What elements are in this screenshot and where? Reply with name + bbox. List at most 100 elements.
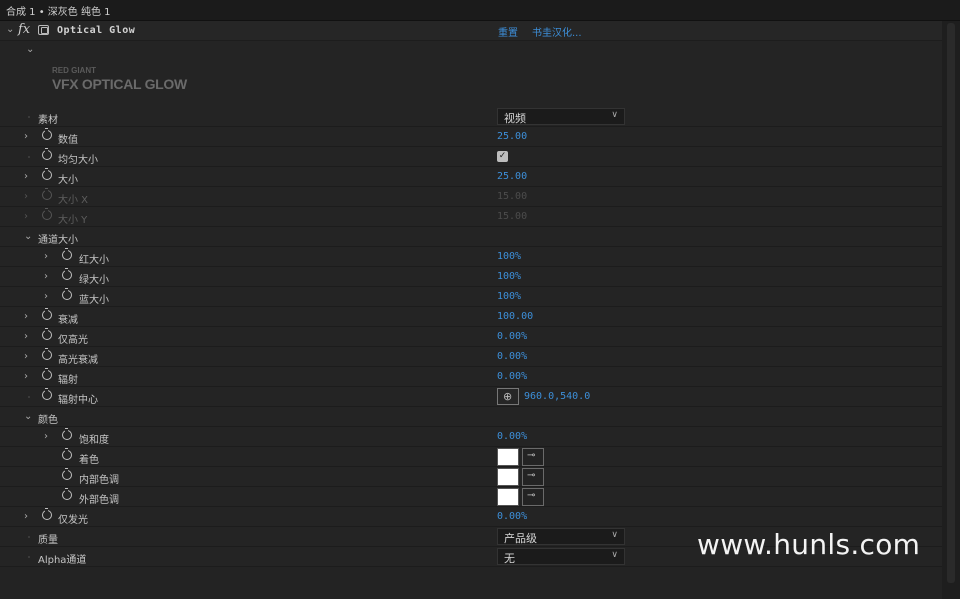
- effect-logo-area: ⌄ RED GIANT VFX OPTICAL GLOW: [0, 41, 942, 108]
- chevron-right-icon[interactable]: ›: [44, 271, 48, 282]
- size-value[interactable]: 25.00: [497, 171, 527, 182]
- stopwatch-icon[interactable]: [62, 448, 72, 460]
- chevron-down-icon[interactable]: ⌄: [24, 411, 32, 422]
- stopwatch-icon[interactable]: [42, 128, 52, 140]
- chevron-right-icon[interactable]: ›: [24, 311, 28, 322]
- chevron-right-icon[interactable]: ›: [24, 511, 28, 522]
- param-label: 红大小: [79, 255, 109, 266]
- quality-dropdown[interactable]: 产品级 ∨: [497, 528, 625, 545]
- param-label: 质量: [38, 535, 58, 546]
- outer-tint-color-swatch[interactable]: [497, 488, 519, 506]
- param-row-tint: 着色 ⊸: [0, 447, 942, 467]
- stopwatch-icon[interactable]: [42, 308, 52, 320]
- param-label: 均匀大小: [58, 155, 98, 166]
- chevron-down-icon: ∨: [611, 550, 618, 560]
- chevron-right-icon[interactable]: ›: [24, 371, 28, 382]
- about-link[interactable]: 书圭汉化...: [532, 24, 582, 39]
- fx-toggle-icon[interactable]: fx: [18, 22, 30, 37]
- alpha-channel-dropdown[interactable]: 无 ∨: [497, 548, 625, 565]
- param-group-channel-size[interactable]: ⌄ 通道大小: [0, 227, 942, 247]
- eyedropper-button[interactable]: ⊸: [522, 448, 544, 466]
- reset-link[interactable]: 重置: [498, 24, 518, 39]
- param-row-radiation: › 辐射 0.00%: [0, 367, 942, 387]
- green-size-value[interactable]: 100%: [497, 271, 521, 282]
- dropdown-value: 无: [504, 552, 515, 565]
- chevron-right-icon[interactable]: ›: [44, 431, 48, 442]
- param-label: 大小 X: [58, 195, 89, 206]
- stopwatch-icon[interactable]: [42, 168, 52, 180]
- eyedropper-button[interactable]: ⊸: [522, 468, 544, 486]
- chevron-right-icon[interactable]: ›: [24, 331, 28, 342]
- stopwatch-icon[interactable]: [62, 428, 72, 440]
- row-marker: [28, 396, 30, 398]
- stopwatch-icon[interactable]: [42, 348, 52, 360]
- stopwatch-icon[interactable]: [62, 468, 72, 480]
- param-label: 衰减: [58, 315, 78, 326]
- param-label: 仅发光: [58, 515, 88, 526]
- param-label: 着色: [79, 455, 99, 466]
- group-label: 通道大小: [38, 235, 78, 246]
- stopwatch-icon[interactable]: [42, 148, 52, 160]
- stopwatch-icon[interactable]: [42, 508, 52, 520]
- param-label: 绿大小: [79, 275, 109, 286]
- stopwatch-icon[interactable]: [62, 268, 72, 280]
- scrollbar-thumb[interactable]: [947, 23, 955, 583]
- row-marker: [28, 156, 30, 158]
- chevron-down-icon[interactable]: ⌄: [26, 44, 34, 55]
- uniform-size-checkbox[interactable]: ✓: [497, 151, 508, 162]
- effect-controls-panel: ⌄ fx Optical Glow 重置 书圭汉化... ⌄ RED GIANT…: [0, 21, 942, 599]
- effect-header[interactable]: ⌄ fx Optical Glow 重置 书圭汉化...: [0, 21, 942, 41]
- dropdown-value: 产品级: [504, 532, 537, 545]
- blue-size-value[interactable]: 100%: [497, 291, 521, 302]
- param-label: 大小 Y: [58, 215, 88, 226]
- param-label: 蓝大小: [79, 295, 109, 306]
- stopwatch-icon[interactable]: [62, 248, 72, 260]
- chevron-down-icon[interactable]: ⌄: [24, 231, 32, 242]
- highlights-only-value[interactable]: 0.00%: [497, 331, 527, 342]
- param-row-size: › 大小 25.00: [0, 167, 942, 187]
- amount-value[interactable]: 25.00: [497, 131, 527, 142]
- chevron-right-icon[interactable]: ›: [24, 131, 28, 142]
- param-label: 辐射: [58, 375, 78, 386]
- falloff-value[interactable]: 100.00: [497, 311, 533, 322]
- param-label: 内部色调: [79, 475, 119, 486]
- param-row-size-y: › 大小 Y 15.00: [0, 207, 942, 227]
- stopwatch-icon[interactable]: [42, 388, 52, 400]
- radiation-center-value[interactable]: 960.0,540.0: [524, 391, 590, 402]
- tint-color-swatch[interactable]: [497, 448, 519, 466]
- chevron-right-icon: ›: [24, 191, 28, 202]
- param-row-source: 素材 视频 ∨: [0, 107, 942, 127]
- plugin-icon: [38, 25, 49, 35]
- chevron-down-icon: ∨: [611, 530, 618, 540]
- chevron-right-icon[interactable]: ›: [24, 351, 28, 362]
- chevron-down-icon[interactable]: ⌄: [6, 24, 14, 35]
- source-dropdown[interactable]: 视频 ∨: [497, 108, 625, 125]
- param-label: 外部色调: [79, 495, 119, 506]
- chevron-right-icon[interactable]: ›: [44, 291, 48, 302]
- radiation-value[interactable]: 0.00%: [497, 371, 527, 382]
- stopwatch-icon[interactable]: [62, 488, 72, 500]
- inner-tint-color-swatch[interactable]: [497, 468, 519, 486]
- param-row-highlights-only: › 仅高光 0.00%: [0, 327, 942, 347]
- chevron-right-icon[interactable]: ›: [24, 171, 28, 182]
- effect-name: Optical Glow: [57, 25, 136, 36]
- param-label: 饱和度: [79, 435, 109, 446]
- saturation-value[interactable]: 0.00%: [497, 431, 527, 442]
- red-size-value[interactable]: 100%: [497, 251, 521, 262]
- stopwatch-icon: [42, 188, 52, 200]
- vertical-scrollbar[interactable]: [942, 21, 960, 599]
- point-target-button[interactable]: ⊕: [497, 388, 519, 405]
- param-label: 仅高光: [58, 335, 88, 346]
- stopwatch-icon[interactable]: [42, 328, 52, 340]
- param-row-green-size: › 绿大小 100%: [0, 267, 942, 287]
- chevron-right-icon[interactable]: ›: [44, 251, 48, 262]
- param-group-color[interactable]: ⌄ 颜色: [0, 407, 942, 427]
- highlight-falloff-value[interactable]: 0.00%: [497, 351, 527, 362]
- composition-title: 合成 1 • 深灰色 纯色 1: [6, 7, 111, 18]
- stopwatch-icon[interactable]: [42, 368, 52, 380]
- glow-only-value[interactable]: 0.00%: [497, 511, 527, 522]
- size-y-value: 15.00: [497, 211, 528, 222]
- composition-tab-bar: 合成 1 • 深灰色 纯色 1: [0, 0, 960, 21]
- stopwatch-icon[interactable]: [62, 288, 72, 300]
- eyedropper-button[interactable]: ⊸: [522, 488, 544, 506]
